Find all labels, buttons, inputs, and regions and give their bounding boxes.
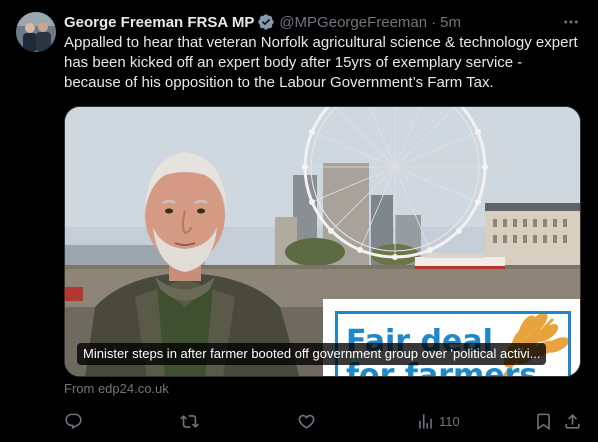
share-button[interactable] xyxy=(563,406,582,436)
avatar[interactable] xyxy=(16,12,56,52)
link-source[interactable]: From edp24.co.uk xyxy=(64,381,169,396)
handle[interactable]: @MPGeorgeFreeman xyxy=(279,14,427,31)
reply-icon xyxy=(64,412,83,431)
separator-dot: · xyxy=(431,13,437,31)
views-count: 110 xyxy=(439,413,460,429)
card-caption[interactable]: Minister steps in after farmer booted of… xyxy=(77,343,547,365)
tweet[interactable]: George Freeman FRSA MP @MPGeorgeFreeman … xyxy=(0,0,598,442)
avatar-photo xyxy=(16,12,56,52)
verified-badge-icon xyxy=(257,13,275,31)
heart-icon xyxy=(297,412,316,431)
views-icon xyxy=(416,412,435,431)
more-options-icon[interactable] xyxy=(560,11,582,33)
fair-deal-logo: Fair deal for farmers xyxy=(323,299,580,376)
share-icon xyxy=(563,412,582,431)
views-button[interactable]: 110 xyxy=(416,406,460,436)
action-bar: 110 xyxy=(64,406,584,436)
reply-button[interactable] xyxy=(64,406,83,436)
bookmark-button[interactable] xyxy=(534,406,553,436)
retweet-button[interactable] xyxy=(180,406,199,436)
timestamp[interactable]: 5m xyxy=(440,14,461,31)
tweet-text: Appalled to hear that veteran Norfolk ag… xyxy=(64,34,578,91)
tweet-header: George Freeman FRSA MP @MPGeorgeFreeman … xyxy=(64,11,582,33)
link-card-image[interactable]: Fair deal for farmers Minister steps in … xyxy=(64,106,581,377)
bookmark-icon xyxy=(534,412,553,431)
retweet-icon xyxy=(180,412,199,431)
display-name[interactable]: George Freeman FRSA MP xyxy=(64,14,254,31)
like-button[interactable] xyxy=(297,406,316,436)
